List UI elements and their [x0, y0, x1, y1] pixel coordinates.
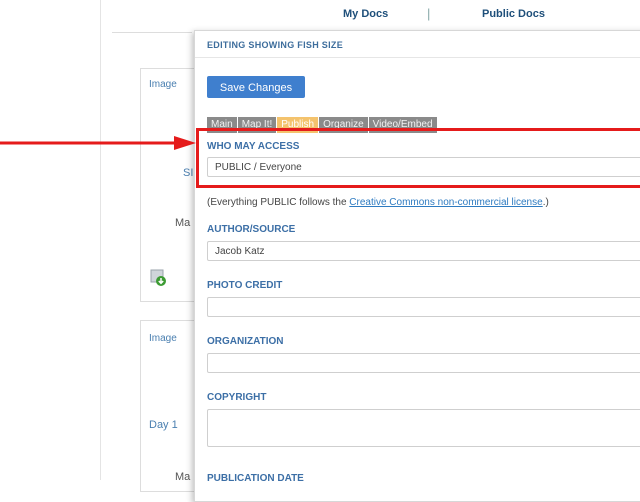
note-prefix: (Everything PUBLIC follows the [207, 197, 350, 208]
access-select[interactable]: PUBLIC / Everyone [207, 157, 640, 177]
card-type-label: Image [149, 333, 177, 344]
card-type-label: Image [149, 79, 177, 90]
modal-header: EDITING SHOWING FISH SIZE [195, 31, 640, 58]
license-note: (Everything PUBLIC follows the Creative … [207, 197, 549, 208]
tab-map-it[interactable]: Map It! [237, 117, 277, 133]
divider [112, 32, 192, 33]
public-docs-link[interactable]: Public Docs [482, 8, 545, 20]
nav-separator: | [427, 6, 431, 21]
my-docs-link[interactable]: My Docs [343, 8, 388, 20]
card-text-fragment: Ma [175, 217, 191, 229]
publication-date-label: PUBLICATION DATE [207, 473, 304, 484]
card-title-fragment: SI [183, 167, 194, 179]
copyright-label: COPYRIGHT [207, 392, 267, 403]
tab-publish[interactable]: Publish [277, 117, 319, 133]
doc-card[interactable]: Image SI Ma [140, 68, 202, 302]
tab-organize[interactable]: Organize [319, 117, 368, 133]
author-label: AUTHOR/SOURCE [207, 224, 296, 235]
license-link[interactable]: Creative Commons non-commercial license [349, 197, 542, 208]
tab-video-embed[interactable]: Video/Embed [368, 117, 437, 133]
card-title-fragment: Day 1 [149, 419, 178, 431]
save-changes-button[interactable]: Save Changes [207, 76, 305, 98]
copyright-textarea[interactable] [207, 409, 640, 447]
doc-card[interactable]: Image Day 1 Ma [140, 320, 202, 492]
tab-bar: Main Map It! Publish Organize Video/Embed [207, 117, 438, 133]
access-label: WHO MAY ACCESS [207, 141, 300, 152]
author-input[interactable]: Jacob Katz [207, 241, 640, 261]
page-left-border [100, 0, 101, 480]
tab-main[interactable]: Main [207, 117, 237, 133]
modal-title: EDITING SHOWING FISH SIZE [207, 40, 344, 50]
organization-input[interactable] [207, 353, 640, 373]
top-nav: My Docs | Public Docs [100, 0, 640, 32]
card-text-fragment: Ma [175, 471, 191, 483]
download-icon[interactable] [150, 269, 168, 287]
photo-credit-label: PHOTO CREDIT [207, 280, 283, 291]
organization-label: ORGANIZATION [207, 336, 284, 347]
photo-credit-input[interactable] [207, 297, 640, 317]
edit-modal: EDITING SHOWING FISH SIZE Save Changes M… [194, 30, 640, 502]
note-suffix: .) [542, 197, 549, 208]
